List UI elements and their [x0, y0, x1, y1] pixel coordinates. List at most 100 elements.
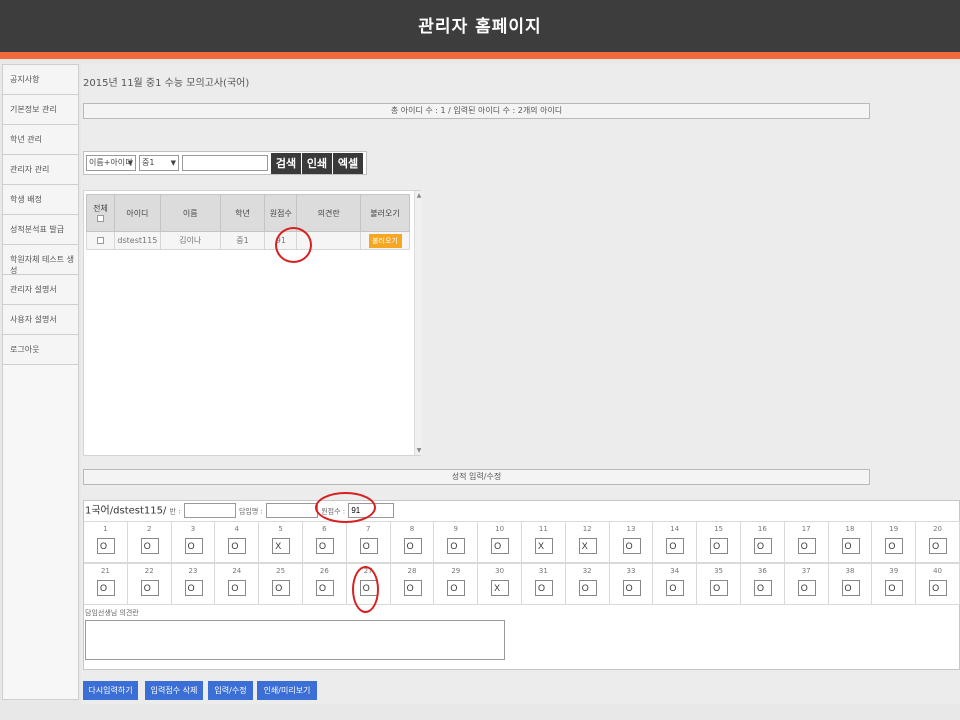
answer-cell: 20	[916, 521, 960, 563]
answer-input[interactable]	[315, 580, 334, 596]
sidebar-item-report-issue[interactable]: 성적분석표 발급	[3, 215, 78, 245]
answer-input[interactable]	[491, 580, 510, 596]
answer-input[interactable]	[140, 580, 159, 596]
question-number: 22	[144, 567, 154, 575]
answer-input[interactable]	[491, 538, 510, 554]
answer-input[interactable]	[666, 580, 685, 596]
col-opinion: 의견란	[296, 194, 362, 232]
answer-input[interactable]	[929, 538, 948, 554]
answer-cell: 14	[653, 521, 698, 563]
answer-input[interactable]	[447, 538, 466, 554]
answer-input[interactable]	[885, 580, 904, 596]
teacher-label: 담임명 :	[238, 507, 263, 516]
answer-input[interactable]	[534, 580, 553, 596]
answer-cell: 15	[697, 521, 741, 563]
sidebar-item-student-assign[interactable]: 학생 배정	[3, 185, 78, 215]
grade-select[interactable]: 중1 ▼	[139, 155, 179, 171]
question-number: 37	[801, 567, 811, 575]
question-number: 1	[103, 525, 108, 533]
answer-input[interactable]	[753, 580, 772, 596]
question-number: 17	[801, 525, 811, 533]
answer-cell: 30	[478, 563, 522, 605]
search-input[interactable]	[182, 155, 268, 171]
question-number: 28	[407, 567, 417, 575]
student-list-panel: 전체 아이디 이름 학년 원점수 의견란 불러오기 dstest115 김이나 …	[83, 190, 422, 456]
question-number: 21	[100, 567, 110, 575]
student-label: 1국어/dstest115/	[85, 505, 167, 517]
answer-input[interactable]	[797, 580, 816, 596]
sidebar-item-admin-manual[interactable]: 관리자 설명서	[3, 275, 78, 305]
comment-textarea[interactable]	[85, 620, 505, 660]
question-number: 4	[234, 525, 240, 533]
answer-input[interactable]	[578, 580, 597, 596]
answer-input[interactable]	[228, 538, 247, 554]
answer-input[interactable]	[841, 538, 860, 554]
answer-input[interactable]	[315, 538, 334, 554]
sidebar-item-notice[interactable]: 공지사항	[3, 65, 78, 95]
excel-button[interactable]: 엑셀	[333, 153, 363, 174]
answer-cell: 9	[434, 521, 479, 563]
answer-cell: 34	[653, 563, 698, 605]
sidebar-item-basic-info[interactable]: 기본정보 관리	[3, 95, 78, 125]
answer-input[interactable]	[929, 580, 948, 596]
select-all-checkbox[interactable]	[96, 215, 104, 222]
answer-input[interactable]	[797, 538, 816, 554]
answer-input[interactable]	[184, 580, 203, 596]
answer-input[interactable]	[622, 580, 641, 596]
answer-cell: 7	[346, 521, 391, 563]
answer-input[interactable]	[534, 538, 553, 554]
answer-input[interactable]	[403, 580, 422, 596]
answer-input[interactable]	[403, 538, 422, 554]
print-preview-button[interactable]: 인쇄/미리보기	[257, 681, 317, 700]
answer-cell: 1	[84, 521, 128, 563]
sidebar-item-test-create[interactable]: 학원자체 테스트 생성	[3, 245, 78, 275]
answer-input[interactable]	[710, 538, 729, 554]
answer-input[interactable]	[140, 538, 159, 554]
answer-cell: 38	[828, 563, 873, 605]
answer-input[interactable]	[184, 538, 203, 554]
list-scrollbar[interactable]: ▲ ▼	[414, 191, 422, 455]
delete-scores-button[interactable]: 입력점수 삭제	[145, 681, 203, 700]
question-number: 6	[322, 525, 327, 533]
sidebar-item-user-manual[interactable]: 사용자 설명서	[3, 305, 78, 335]
table-row[interactable]: dstest115 김이나 중1 91 불러오기	[86, 231, 410, 250]
load-button[interactable]: 불러오기	[368, 233, 402, 248]
answer-cell: 18	[828, 521, 873, 563]
answer-cell: 16	[740, 521, 785, 563]
print-button[interactable]: 인쇄	[302, 153, 332, 174]
score-edit-bar: 성적 입력/수정	[83, 469, 870, 485]
class-field[interactable]	[183, 503, 236, 518]
row-grade: 중1	[219, 231, 266, 250]
select-all-header: 전체	[86, 194, 115, 232]
sidebar-item-grade-mgmt[interactable]: 학년 관리	[3, 125, 78, 155]
search-type-select[interactable]: 이름+아이디 ▼	[86, 155, 136, 171]
question-number: 12	[582, 525, 592, 533]
answer-input[interactable]	[228, 580, 247, 596]
answer-input[interactable]	[272, 538, 291, 554]
answer-input[interactable]	[710, 580, 729, 596]
scroll-up-icon[interactable]: ▲	[415, 192, 423, 199]
search-button[interactable]: 검색	[271, 153, 301, 174]
answer-input[interactable]	[753, 538, 772, 554]
sidebar-item-admin-mgmt[interactable]: 관리자 관리	[3, 155, 78, 185]
answer-input[interactable]	[578, 538, 597, 554]
answer-input[interactable]	[841, 580, 860, 596]
reenter-button[interactable]: 다시입력하기	[83, 681, 138, 700]
answer-input[interactable]	[359, 538, 378, 554]
sidebar-item-logout[interactable]: 로그아웃	[3, 335, 78, 365]
answer-input[interactable]	[272, 580, 291, 596]
answer-input[interactable]	[97, 538, 115, 554]
answer-input[interactable]	[666, 538, 685, 554]
answer-input[interactable]	[447, 580, 466, 596]
question-number: 26	[319, 567, 329, 575]
scroll-down-icon[interactable]: ▼	[415, 447, 423, 454]
row-name: 김이나	[159, 231, 221, 250]
answer-input[interactable]	[97, 580, 115, 596]
answer-input[interactable]	[885, 538, 904, 554]
answer-input[interactable]	[622, 538, 641, 554]
answer-cell: 19	[872, 521, 917, 563]
teacher-field[interactable]	[266, 503, 319, 518]
save-button[interactable]: 입력/수정	[208, 681, 253, 700]
question-number: 29	[451, 567, 461, 575]
row-checkbox[interactable]	[96, 237, 104, 244]
